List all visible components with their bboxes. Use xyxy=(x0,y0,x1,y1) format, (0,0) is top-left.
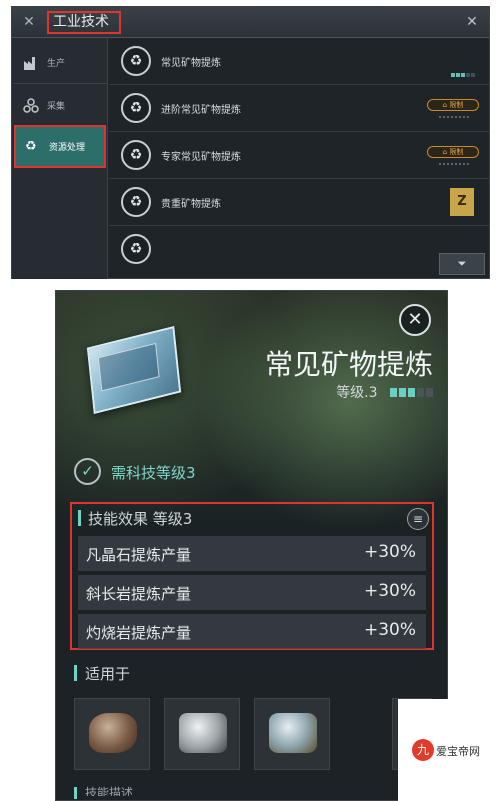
recycle-icon: ♻ xyxy=(121,93,151,123)
sidebar-item-label: 资源处理 xyxy=(49,143,86,153)
effect-name: 斜长岩提炼产量 xyxy=(86,585,192,603)
skill-name: 专家常见矿物提炼 xyxy=(161,152,241,163)
list-item[interactable]: ♻ 进阶常见矿物提炼 ⌂ 限制 xyxy=(109,85,490,132)
recycle-icon: ♻ xyxy=(121,140,151,170)
z-rank-icon: Z xyxy=(450,188,474,216)
dna-icon: ✕ xyxy=(23,14,35,30)
industrial-tech-window: ✕ 工业技术 ✕ 生产 采集 ♻ 资源处理 ♻ 常见矿物提炼 ♻ 进阶常见矿物提… xyxy=(11,6,490,279)
effect-row: 斜长岩提炼产量 +30% xyxy=(78,575,426,610)
recycle-icon: ♻ xyxy=(121,234,151,264)
filter-icon: ⏷ xyxy=(457,257,467,270)
sidebar-item-mining[interactable]: 采集 xyxy=(14,86,106,127)
effect-name: 凡晶石提炼产量 xyxy=(86,546,192,564)
level-indicator xyxy=(451,62,476,81)
skill-title: 常见矿物提炼 xyxy=(264,348,433,381)
effect-name: 灼烧岩提炼产量 xyxy=(86,624,192,642)
skillbook-cover xyxy=(97,342,160,392)
watermark-text: 爱宝帝网 xyxy=(436,745,480,758)
effect-row: 凡晶石提炼产量 +30% xyxy=(78,536,426,571)
recycle-icon: ♻ xyxy=(25,139,37,154)
recycle-icon: ♻ xyxy=(121,46,151,76)
sidebar-item-production[interactable]: 生产 xyxy=(14,43,106,84)
menu-icon[interactable]: ≡ xyxy=(407,508,429,530)
close-icon[interactable]: ✕ xyxy=(399,304,431,336)
sidebar-item-resource-processing[interactable]: ♻ 资源处理 xyxy=(14,125,106,168)
skill-detail-panel: ✕ 常见矿物提炼 等级.3 ✓ 需科技等级3 技能效果 等级3 ≡ 凡晶石提炼产… xyxy=(55,290,448,801)
skill-name: 常见矿物提炼 xyxy=(161,58,221,69)
sidebar-item-label: 生产 xyxy=(47,59,66,69)
section-bar xyxy=(78,510,81,526)
ore-item[interactable] xyxy=(254,698,330,770)
effect-value: +30% xyxy=(363,620,416,640)
ore-image xyxy=(179,713,227,753)
ore-image xyxy=(89,713,137,753)
level-indicator xyxy=(439,163,469,165)
filter-button[interactable]: ⏷ xyxy=(439,253,485,275)
list-item-partial[interactable]: ♻ xyxy=(109,226,490,273)
skillbook-image xyxy=(86,325,182,415)
window-title: 工业技术 xyxy=(47,11,121,34)
badge-label: 限制 xyxy=(449,101,464,109)
nodes-icon xyxy=(23,98,39,113)
factory-icon xyxy=(24,57,35,70)
level-indicator xyxy=(439,116,469,118)
restricted-badge: ⌂ 限制 xyxy=(427,99,479,111)
skill-name: 贵重矿物提炼 xyxy=(161,199,221,210)
window-titlebar: ✕ 工业技术 ✕ xyxy=(12,7,489,38)
requirement-text: 需科技等级3 xyxy=(111,464,196,482)
skill-level: 等级.3 xyxy=(336,382,433,402)
level-label: 等级.3 xyxy=(336,385,378,401)
next-section-title: 技能描述 xyxy=(85,786,134,796)
close-icon[interactable]: ✕ xyxy=(463,13,481,31)
sidebar-item-label: 采集 xyxy=(47,102,66,112)
level-indicator xyxy=(388,385,433,401)
effect-value: +30% xyxy=(363,581,416,601)
badge-label: 限制 xyxy=(449,148,464,156)
applies-to-title: 适用于 xyxy=(85,665,131,683)
ore-item[interactable] xyxy=(74,698,150,770)
ore-item[interactable] xyxy=(164,698,240,770)
restricted-badge: ⌂ 限制 xyxy=(427,146,479,158)
list-item[interactable]: ♻ 专家常见矿物提炼 ⌂ 限制 xyxy=(109,132,490,179)
list-item[interactable]: ♻ 贵重矿物提炼 Z xyxy=(109,179,490,226)
effect-row: 灼烧岩提炼产量 +30% xyxy=(78,614,426,649)
site-logo-icon: 九 xyxy=(412,739,434,761)
skill-name: 进阶常见矿物提炼 xyxy=(161,105,241,116)
section-bar xyxy=(74,665,77,681)
recycle-icon: ♻ xyxy=(121,187,151,217)
ore-image xyxy=(269,713,317,753)
check-icon: ✓ xyxy=(74,458,101,485)
skill-effect-section: 技能效果 等级3 ≡ 凡晶石提炼产量 +30% 斜长岩提炼产量 +30% 灼烧岩… xyxy=(70,502,434,650)
skill-list: ♻ 常见矿物提炼 ♻ 进阶常见矿物提炼 ⌂ 限制 ♻ 专家常见矿物提炼 ⌂ 限制… xyxy=(109,38,490,279)
effect-value: +30% xyxy=(363,542,416,562)
effect-title: 技能效果 等级3 xyxy=(88,510,193,528)
section-bar xyxy=(74,787,77,799)
category-sidebar: 生产 采集 ♻ 资源处理 xyxy=(12,38,108,279)
site-watermark: 九 爱宝帝网 xyxy=(398,699,500,801)
effect-header: 技能效果 等级3 ≡ xyxy=(72,504,432,534)
list-item[interactable]: ♻ 常见矿物提炼 xyxy=(109,38,490,85)
